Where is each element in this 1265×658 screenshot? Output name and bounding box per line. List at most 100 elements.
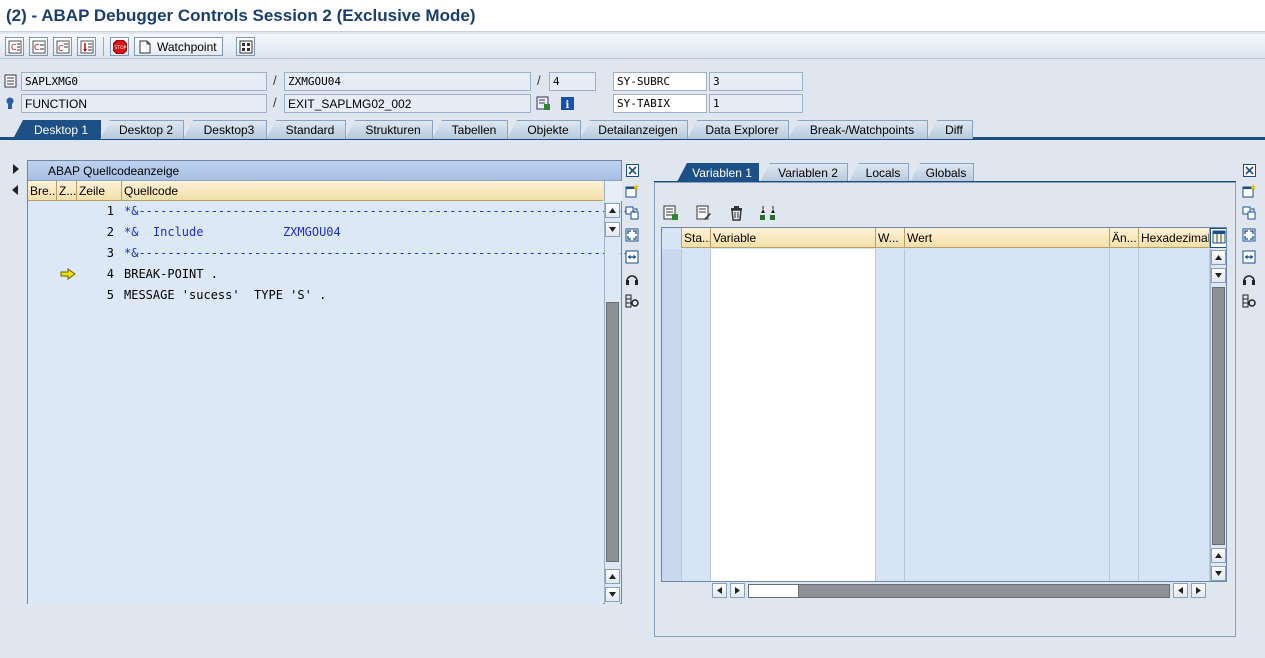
table-row[interactable] bbox=[662, 354, 1210, 375]
continue-button[interactable] bbox=[77, 37, 96, 56]
column-source[interactable]: Quellcode bbox=[122, 181, 603, 201]
settings-icon[interactable] bbox=[1240, 292, 1258, 310]
program-field[interactable]: SAPLXMG0 bbox=[21, 72, 267, 91]
variable-input-cell[interactable] bbox=[711, 417, 876, 438]
services-icon[interactable] bbox=[623, 270, 641, 288]
sysfield1-name[interactable]: SY-SUBRC bbox=[613, 72, 707, 91]
code-line[interactable]: 1 *&------------------------------------… bbox=[28, 204, 637, 225]
stop-button[interactable]: STOP bbox=[110, 37, 129, 56]
column-line[interactable]: Zeile bbox=[77, 181, 122, 201]
table-row[interactable] bbox=[662, 501, 1210, 522]
variables-horizontal-scrollbar[interactable] bbox=[710, 583, 1208, 599]
resize-width-icon[interactable] bbox=[1240, 248, 1258, 266]
variables-grid[interactable]: Sta... Variable W... Wert Än... Hexadezi… bbox=[661, 227, 1227, 582]
variable-input-cell[interactable] bbox=[711, 438, 876, 459]
tab-variablen-2[interactable]: Variablen 2 bbox=[760, 163, 848, 182]
scroll-left-button[interactable] bbox=[1173, 583, 1188, 598]
table-row[interactable] bbox=[662, 438, 1210, 459]
new-window-icon[interactable] bbox=[623, 182, 641, 200]
tab-data-explorer[interactable]: Data Explorer bbox=[687, 120, 789, 139]
scroll-thumb[interactable] bbox=[606, 302, 619, 562]
resize-width-icon[interactable] bbox=[623, 248, 641, 266]
code-line[interactable]: 2 *& Include ZXMGOU04 bbox=[28, 225, 603, 246]
tab-tabellen[interactable]: Tabellen bbox=[432, 120, 508, 139]
code-line[interactable]: 5 MESSAGE 'sucess' TYPE 'S' . bbox=[28, 288, 603, 309]
table-row[interactable] bbox=[662, 396, 1210, 417]
variable-edit-icon[interactable] bbox=[696, 205, 712, 224]
scroll-right-button[interactable] bbox=[730, 583, 745, 598]
scroll-right-button[interactable] bbox=[1191, 583, 1206, 598]
column-status[interactable]: Sta... bbox=[682, 228, 711, 248]
scroll-up-button[interactable] bbox=[605, 569, 620, 584]
source-vertical-scrollbar[interactable] bbox=[604, 202, 620, 604]
column-config-icon[interactable] bbox=[1210, 228, 1226, 248]
event-field[interactable]: EXIT_SAPLMG02_002 bbox=[284, 94, 531, 113]
variable-input-cell[interactable] bbox=[711, 270, 876, 291]
expand-right-icon[interactable] bbox=[12, 163, 20, 178]
line-field[interactable]: 4 bbox=[549, 72, 596, 91]
code-line[interactable]: 3 *&------------------------------------… bbox=[28, 246, 637, 267]
scroll-up-button[interactable] bbox=[605, 203, 620, 218]
return-button[interactable]: C bbox=[53, 37, 72, 56]
tab-globals[interactable]: Globals bbox=[910, 163, 974, 182]
code-line-current[interactable]: 4 BREAK-POINT . bbox=[28, 267, 603, 288]
tab-detailanzeigen[interactable]: Detailanzeigen bbox=[580, 120, 688, 139]
tab-standard[interactable]: Standard bbox=[266, 120, 346, 139]
column-hexadecimal[interactable]: Hexadezimalwert bbox=[1139, 228, 1210, 248]
sysfield1-value[interactable]: 3 bbox=[709, 72, 803, 91]
scroll-down-button[interactable] bbox=[605, 222, 620, 237]
table-row[interactable] bbox=[662, 564, 1210, 581]
execute-button[interactable]: C bbox=[29, 37, 48, 56]
close-icon[interactable] bbox=[1240, 161, 1258, 179]
variable-input-cell[interactable] bbox=[711, 522, 876, 543]
settings-icon[interactable] bbox=[623, 292, 641, 310]
table-row[interactable] bbox=[662, 312, 1210, 333]
tab-objekte[interactable]: Objekte bbox=[507, 120, 581, 139]
new-window-icon[interactable] bbox=[1240, 182, 1258, 200]
column-aenderung[interactable]: Än... bbox=[1110, 228, 1139, 248]
table-row[interactable] bbox=[662, 270, 1210, 291]
table-row[interactable] bbox=[662, 375, 1210, 396]
table-row[interactable] bbox=[662, 480, 1210, 501]
table-row[interactable] bbox=[662, 249, 1210, 270]
variable-detail-icon[interactable] bbox=[663, 205, 679, 224]
tab-variablen-1[interactable]: Variablen 1 bbox=[677, 163, 759, 182]
variable-input-cell[interactable] bbox=[711, 249, 876, 270]
tab-strukturen[interactable]: Strukturen bbox=[345, 120, 433, 139]
tab-break-watchpoints[interactable]: Break-/Watchpoints bbox=[788, 120, 928, 139]
swap-tool-icon[interactable] bbox=[623, 204, 641, 222]
event-type-field[interactable]: FUNCTION bbox=[21, 94, 267, 113]
table-row[interactable] bbox=[662, 543, 1210, 564]
tab-desktop-1[interactable]: Desktop 1 bbox=[13, 120, 101, 139]
scroll-up-button[interactable] bbox=[1211, 548, 1226, 563]
variables-vertical-scrollbar[interactable] bbox=[1210, 249, 1226, 581]
scroll-down-button[interactable] bbox=[605, 587, 620, 602]
table-row[interactable] bbox=[662, 291, 1210, 312]
scroll-thumb[interactable] bbox=[1212, 287, 1225, 545]
info-icon[interactable]: i bbox=[559, 95, 575, 111]
variable-input-cell[interactable] bbox=[711, 501, 876, 522]
horizontal-scroll-thumb[interactable] bbox=[749, 585, 799, 597]
variable-input-cell[interactable] bbox=[711, 333, 876, 354]
column-variable[interactable]: Variable bbox=[711, 228, 876, 248]
include-field[interactable]: ZXMGOU04 bbox=[284, 72, 531, 91]
collapse-left-icon[interactable] bbox=[11, 184, 19, 199]
tab-desktop-2[interactable]: Desktop 2 bbox=[100, 120, 184, 139]
variable-input-cell[interactable] bbox=[711, 312, 876, 333]
table-row[interactable] bbox=[662, 333, 1210, 354]
row-selector-header[interactable] bbox=[662, 228, 682, 248]
column-w[interactable]: W... bbox=[876, 228, 905, 248]
variable-input-cell[interactable] bbox=[711, 375, 876, 396]
variable-input-cell[interactable] bbox=[711, 459, 876, 480]
layout-button[interactable] bbox=[236, 37, 255, 56]
maximize-icon[interactable] bbox=[1240, 226, 1258, 244]
services-icon[interactable] bbox=[1240, 270, 1258, 288]
sysfield2-value[interactable]: 1 bbox=[709, 94, 803, 113]
tab-desktop3[interactable]: Desktop3 bbox=[183, 120, 267, 139]
variable-input-cell[interactable] bbox=[711, 354, 876, 375]
maximize-icon[interactable] bbox=[623, 226, 641, 244]
scroll-left-button[interactable] bbox=[712, 583, 727, 598]
scroll-down-button[interactable] bbox=[1211, 268, 1226, 283]
watchpoint-button[interactable]: Watchpoint bbox=[134, 37, 223, 56]
scroll-down-button[interactable] bbox=[1211, 566, 1226, 581]
